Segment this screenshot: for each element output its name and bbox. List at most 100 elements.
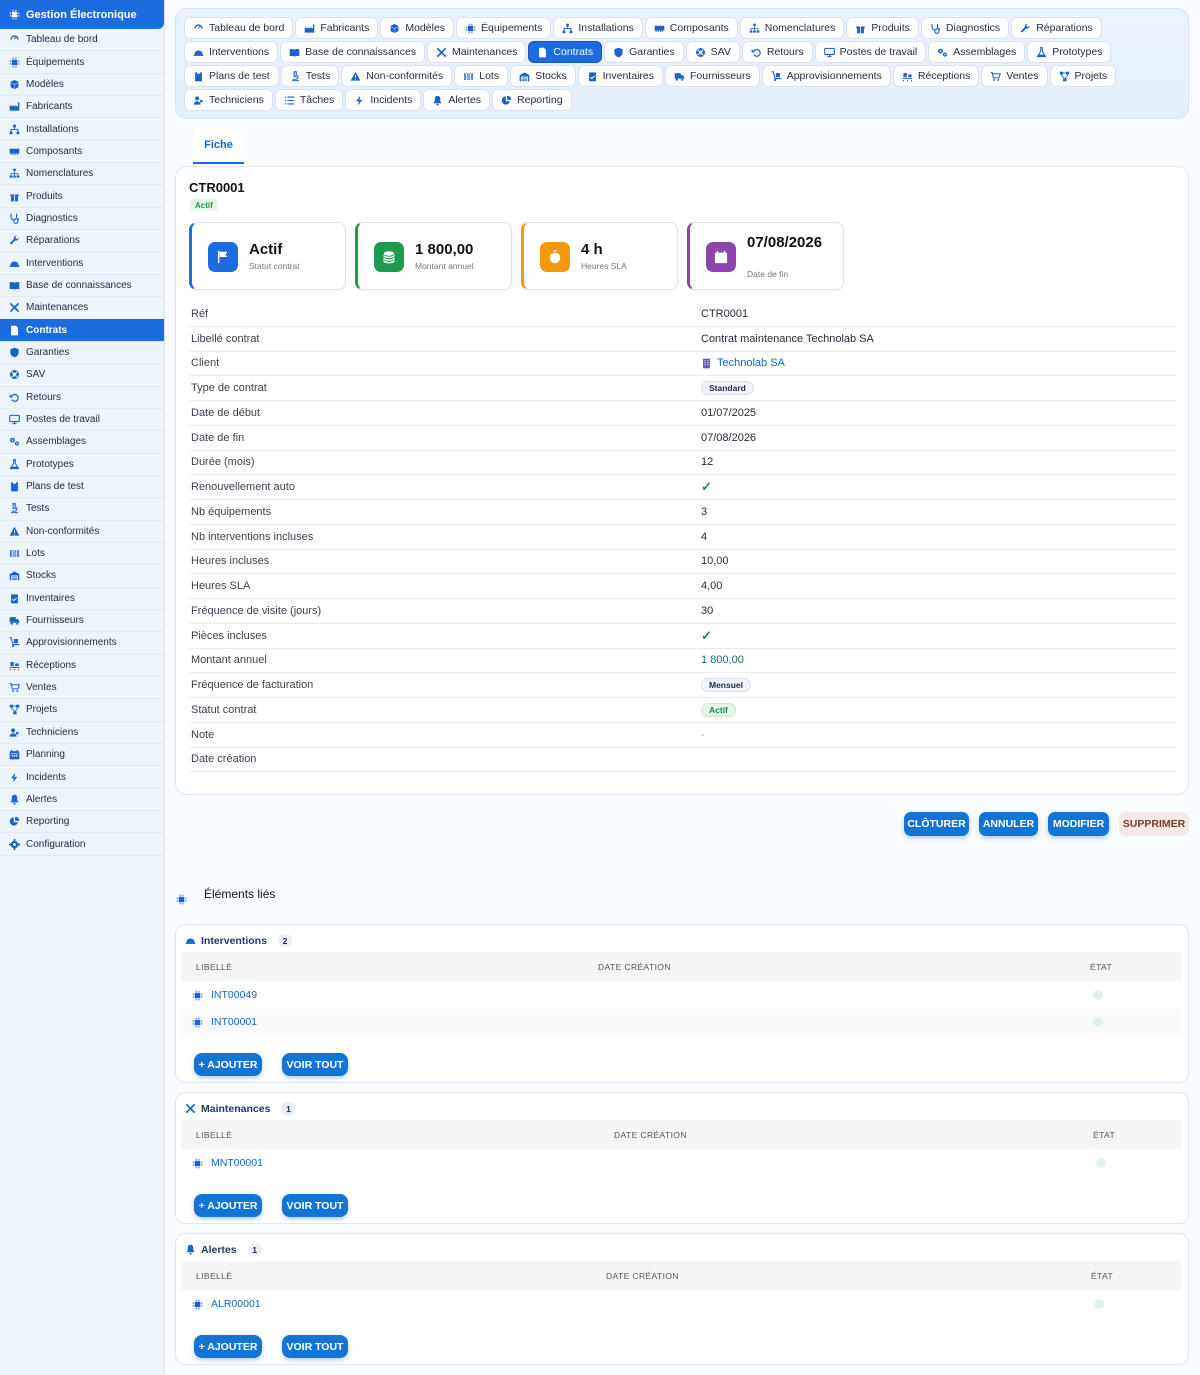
sidebar-item-diagnostics[interactable]: Diagnostics	[0, 208, 164, 231]
sidebar-item-assemblages[interactable]: Assemblages	[0, 431, 164, 454]
sidebar-item-planning[interactable]: Planning	[0, 744, 164, 767]
tab-tests[interactable]: Tests	[280, 65, 340, 87]
tab-sav[interactable]: SAV	[685, 41, 740, 63]
tab-lots[interactable]: Lots	[454, 65, 509, 87]
tab-reporting[interactable]: Reporting	[492, 89, 572, 111]
sidebar-item-equipements[interactable]: Équipements	[0, 51, 164, 74]
sidebar-item-prototypes[interactable]: Prototypes	[0, 454, 164, 476]
sidebar-item-installations[interactable]: Installations	[0, 118, 164, 141]
sidebar-item-inventaires[interactable]: Inventaires	[0, 588, 164, 610]
sidebar-item-modeles[interactable]: Modèles	[0, 74, 164, 97]
tab-retours[interactable]: Retours	[741, 41, 813, 63]
row-link[interactable]: INT00001	[192, 1016, 257, 1028]
add-button[interactable]: + AJOUTER	[194, 1053, 262, 1076]
add-button[interactable]: + AJOUTER	[194, 1335, 262, 1358]
edit-button[interactable]: MODIFIER	[1048, 812, 1109, 836]
sidebar-item-maintenances[interactable]: Maintenances	[0, 297, 164, 320]
sidebar-item-interventions[interactable]: Interventions	[0, 252, 164, 275]
tab-fiche[interactable]: Fiche	[193, 128, 244, 164]
table-row[interactable]: MNT00001	[181, 1150, 1181, 1177]
sidebar-item-approvisionnements[interactable]: Approvisionnements	[0, 632, 164, 655]
tab-stocks[interactable]: Stocks	[510, 65, 576, 87]
sidebar-item-nomenclatures[interactable]: Nomenclatures	[0, 163, 164, 186]
tab-composants[interactable]: Composants	[644, 17, 738, 39]
sidebar-item-stocks[interactable]: Stocks	[0, 565, 164, 588]
client-link[interactable]: Technolab SA	[701, 357, 785, 369]
tab-receptions[interactable]: Réceptions	[892, 65, 980, 87]
tab-nomenclatures[interactable]: Nomenclatures	[739, 17, 845, 39]
tab-projets[interactable]: Projets	[1049, 65, 1117, 87]
sidebar-item-fabricants[interactable]: Fabricants	[0, 96, 164, 119]
column-header-date[interactable]: DATE CRÉATION	[606, 1271, 679, 1281]
close-contract-button[interactable]: CLÔTURER	[904, 812, 969, 836]
tab-maintenances[interactable]: Maintenances	[427, 41, 527, 63]
tab-alertes[interactable]: Alertes	[423, 89, 491, 111]
sidebar-item-base-de-connaissances[interactable]: Base de connaissances	[0, 275, 164, 298]
tab-plans-de-test[interactable]: Plans de test	[184, 65, 279, 87]
sidebar-item-receptions[interactable]: Réceptions	[0, 655, 164, 677]
sidebar-item-lots[interactable]: Lots	[0, 543, 164, 566]
tab-taches[interactable]: Tâches	[274, 89, 344, 111]
tab-base-de-connaissances[interactable]: Base de connaissances	[280, 41, 426, 63]
row-link[interactable]: MNT00001	[192, 1157, 263, 1169]
column-header-state[interactable]: ÉTAT	[1090, 962, 1112, 972]
tab-prototypes[interactable]: Prototypes	[1027, 41, 1112, 63]
tab-assemblages[interactable]: Assemblages	[928, 41, 1026, 63]
tab-ventes[interactable]: Ventes	[981, 65, 1048, 87]
sidebar-item-tableau-de-bord[interactable]: Tableau de bord	[0, 29, 164, 52]
tab-fabricants[interactable]: Fabricants	[295, 17, 379, 39]
sidebar-item-produits[interactable]: Produits	[0, 185, 164, 208]
table-row[interactable]: INT00049	[181, 982, 1181, 1009]
sidebar-item-reparations[interactable]: Réparations	[0, 230, 164, 253]
view-all-button[interactable]: VOIR TOUT	[282, 1335, 348, 1358]
view-all-button[interactable]: VOIR TOUT	[282, 1053, 348, 1076]
sidebar-item-contrats[interactable]: Contrats	[0, 319, 164, 342]
add-button[interactable]: + AJOUTER	[194, 1194, 262, 1217]
table-row[interactable]: ALR00001	[181, 1291, 1181, 1318]
sidebar-item-non-conformites[interactable]: Non-conformités	[0, 521, 164, 543]
tab-reparations[interactable]: Réparations	[1011, 17, 1102, 39]
tab-equipements[interactable]: Équipements	[456, 17, 552, 39]
tab-diagnostics[interactable]: Diagnostics	[920, 17, 1010, 39]
column-header-date[interactable]: DATE CRÉATION	[614, 1130, 687, 1140]
column-header-state[interactable]: ÉTAT	[1091, 1271, 1113, 1281]
column-header-label[interactable]: LIBELLÉ	[196, 962, 232, 972]
row-link[interactable]: INT00049	[192, 989, 257, 1001]
column-header-state[interactable]: ÉTAT	[1093, 1130, 1115, 1140]
cancel-contract-button[interactable]: ANNULER	[979, 812, 1038, 836]
sidebar-item-composants[interactable]: Composants	[0, 141, 164, 164]
sidebar-item-techniciens[interactable]: Techniciens	[0, 722, 164, 744]
tab-garanties[interactable]: Garanties	[604, 41, 684, 63]
row-link[interactable]: ALR00001	[192, 1298, 261, 1310]
tab-contrats[interactable]: Contrats	[528, 41, 603, 63]
column-header-label[interactable]: LIBELLÉ	[196, 1271, 232, 1281]
tab-modeles[interactable]: Modèles	[380, 17, 455, 39]
tab-installations[interactable]: Installations	[553, 17, 643, 39]
sidebar-item-garanties[interactable]: Garanties	[0, 342, 164, 365]
tab-interventions[interactable]: Interventions	[184, 41, 279, 63]
delete-button[interactable]: SUPPRIMER	[1119, 812, 1189, 836]
sidebar-item-plans-de-test[interactable]: Plans de test	[0, 476, 164, 499]
app-brand[interactable]: Gestion Électronique	[0, 0, 164, 29]
tab-tableau-de-bord[interactable]: Tableau de bord	[184, 17, 294, 39]
sidebar-item-reporting[interactable]: Reporting	[0, 811, 164, 834]
sidebar-item-alertes[interactable]: Alertes	[0, 789, 164, 812]
column-header-date[interactable]: DATE CRÉATION	[598, 962, 671, 972]
tab-non-conformites[interactable]: Non-conformités	[341, 65, 453, 87]
sidebar-item-retours[interactable]: Retours	[0, 387, 164, 409]
sidebar-item-projets[interactable]: Projets	[0, 699, 164, 722]
column-header-label[interactable]: LIBELLÉ	[196, 1130, 232, 1140]
tab-incidents[interactable]: Incidents	[345, 89, 422, 111]
tab-postes-de-travail[interactable]: Postes de travail	[814, 41, 927, 63]
table-row[interactable]: INT00001	[181, 1009, 1181, 1036]
tab-produits[interactable]: Produits	[846, 17, 919, 39]
sidebar-item-configuration[interactable]: Configuration	[0, 833, 164, 856]
sidebar-item-sav[interactable]: SAV	[0, 364, 164, 387]
sidebar-item-incidents[interactable]: Incidents	[0, 766, 164, 789]
tab-techniciens[interactable]: Techniciens	[184, 89, 273, 111]
tab-approvisionnements[interactable]: Approvisionnements	[761, 65, 891, 87]
sidebar-item-ventes[interactable]: Ventes	[0, 677, 164, 700]
tab-fournisseurs[interactable]: Fournisseurs	[665, 65, 760, 87]
view-all-button[interactable]: VOIR TOUT	[282, 1194, 348, 1217]
sidebar-item-fournisseurs[interactable]: Fournisseurs	[0, 610, 164, 633]
